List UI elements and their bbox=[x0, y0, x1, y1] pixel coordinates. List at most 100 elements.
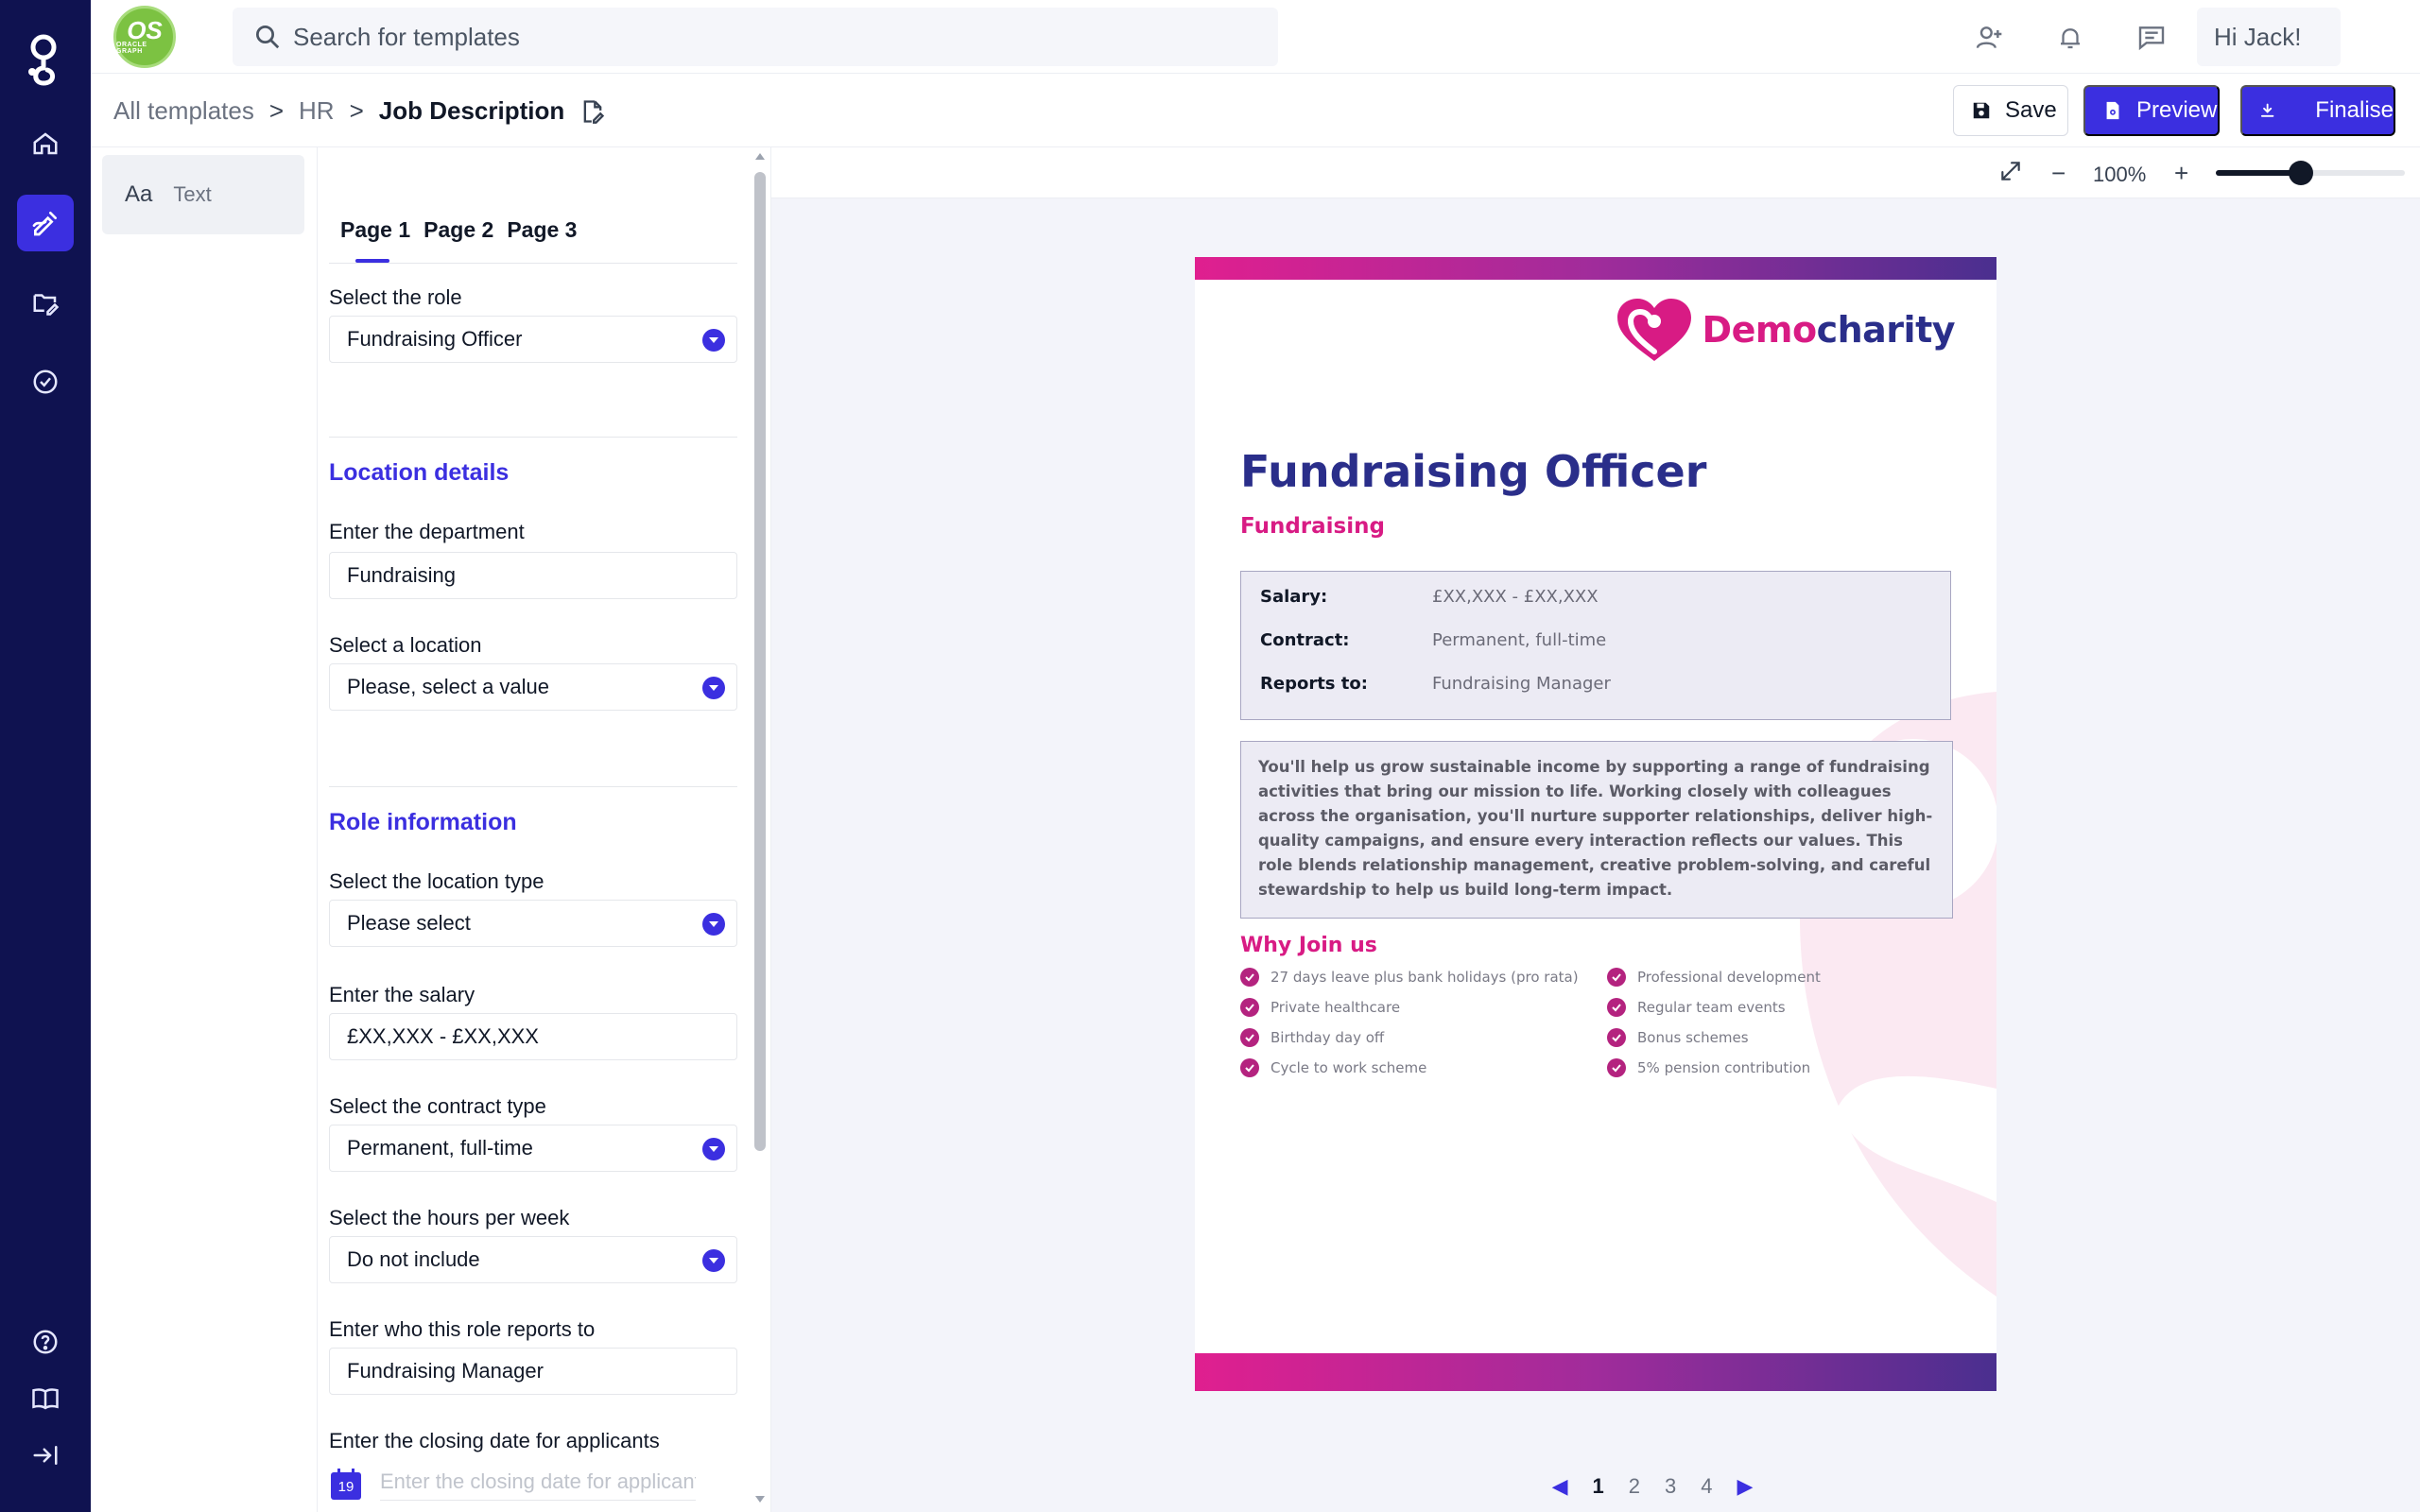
zoom-in-button[interactable]: + bbox=[2174, 159, 2188, 188]
role-select[interactable]: Fundraising Officer bbox=[329, 316, 737, 363]
salary-input[interactable]: £XX,XXX - £XX,XXX bbox=[329, 1013, 737, 1060]
preview-document-icon bbox=[2106, 101, 2119, 120]
preview-button[interactable]: Preview bbox=[2083, 85, 2220, 136]
help-icon[interactable] bbox=[17, 1314, 74, 1370]
benefit-label: Private healthcare bbox=[1270, 999, 1401, 1016]
zoom-toolbar: − 100% + bbox=[771, 147, 2420, 198]
page-tabs: Page 1 Page 2 Page 3 bbox=[340, 217, 577, 243]
tab-page-3[interactable]: Page 3 bbox=[507, 217, 577, 243]
zoom-slider-handle[interactable] bbox=[2289, 161, 2313, 185]
save-button-label: Save bbox=[2005, 97, 2057, 123]
info-value: Fundraising Manager bbox=[1432, 674, 1611, 694]
reports-to-input[interactable]: Fundraising Manager bbox=[329, 1348, 737, 1395]
form-scrollbar-thumb[interactable] bbox=[754, 172, 766, 1151]
add-user-icon[interactable] bbox=[1968, 17, 2010, 59]
chevron-down-icon[interactable] bbox=[702, 913, 725, 936]
breadcrumb-separator: > bbox=[268, 96, 285, 125]
page-number-1[interactable]: 1 bbox=[1593, 1474, 1604, 1499]
breadcrumb-all-templates[interactable]: All templates bbox=[113, 96, 254, 126]
next-page-icon[interactable]: ▶ bbox=[1737, 1474, 1754, 1499]
expand-icon[interactable] bbox=[1998, 159, 2023, 190]
info-key: Reports to: bbox=[1260, 674, 1368, 694]
tab-page-1[interactable]: Page 1 bbox=[340, 217, 410, 243]
check-icon bbox=[1240, 968, 1259, 987]
benefit-item: 5% pension contribution bbox=[1607, 1058, 1810, 1077]
tab-page-2[interactable]: Page 2 bbox=[424, 217, 493, 243]
reports-to-input-value: Fundraising Manager bbox=[347, 1359, 544, 1383]
breadcrumb-hr[interactable]: HR bbox=[299, 96, 335, 126]
organization-logo[interactable]: OS ORACLE GRAPH bbox=[113, 6, 176, 68]
location-select[interactable]: Please, select a value bbox=[329, 663, 737, 711]
location-type-label: Select the location type bbox=[329, 869, 544, 893]
top-bar: OS ORACLE GRAPH Hi Jack! JP bbox=[91, 0, 2420, 74]
previous-page-icon[interactable]: ◀ bbox=[1552, 1474, 1568, 1499]
contract-type-label: Select the contract type bbox=[329, 1094, 546, 1118]
book-icon[interactable] bbox=[17, 1370, 74, 1427]
notifications-bell-icon[interactable] bbox=[2049, 17, 2091, 59]
rename-document-icon[interactable] bbox=[579, 98, 606, 125]
role-label: Select the role bbox=[329, 285, 462, 309]
why-join-heading: Why Join us bbox=[1240, 934, 1377, 957]
hours-label: Select the hours per week bbox=[329, 1206, 570, 1229]
tabs-divider bbox=[329, 263, 737, 264]
palette-item-text[interactable]: Aa Text bbox=[102, 155, 304, 234]
section-divider bbox=[329, 786, 737, 787]
check-icon bbox=[1240, 1058, 1259, 1077]
benefit-item: Regular team events bbox=[1607, 998, 1786, 1017]
breadcrumb-separator: > bbox=[349, 96, 364, 125]
chevron-down-icon[interactable] bbox=[702, 677, 725, 699]
finalise-button[interactable]: Finalise bbox=[2240, 85, 2395, 136]
benefit-item: 27 days leave plus bank holidays (pro ra… bbox=[1240, 968, 1579, 987]
chevron-down-icon[interactable] bbox=[702, 1249, 725, 1272]
edit-document-icon[interactable] bbox=[17, 195, 74, 251]
download-icon bbox=[2260, 103, 2274, 117]
template-search[interactable] bbox=[233, 8, 1278, 66]
document-page[interactable]: Democharity Fundraising Officer Fundrais… bbox=[1195, 257, 1996, 1391]
template-form: Page 1 Page 2 Page 3 Select the role Fun… bbox=[318, 147, 771, 1512]
page-number-3[interactable]: 3 bbox=[1665, 1474, 1676, 1499]
palette-item-label: Text bbox=[173, 182, 212, 206]
check-icon bbox=[1607, 998, 1626, 1017]
department-input[interactable]: Fundraising bbox=[329, 552, 737, 599]
role-summary-box: Salary: £XX,XXX - £XX,XXX Contract: Perm… bbox=[1240, 571, 1951, 720]
document-preview-canvas: − 100% + Democharity Fundraising Officer… bbox=[771, 147, 2420, 1512]
collapse-sidebar-icon[interactable] bbox=[17, 1427, 74, 1484]
sub-header: All templates > HR > Job Description Sav… bbox=[91, 74, 2420, 147]
user-greeting[interactable]: Hi Jack! bbox=[2197, 8, 2341, 66]
org-logo-subtext: ORACLE GRAPH bbox=[116, 42, 147, 55]
search-input[interactable] bbox=[293, 22, 1238, 52]
calendar-icon[interactable]: 19 bbox=[329, 1468, 363, 1502]
salary-label: Enter the salary bbox=[329, 983, 475, 1006]
hours-select[interactable]: Do not include bbox=[329, 1236, 737, 1283]
location-type-select[interactable]: Please select bbox=[329, 900, 737, 947]
hours-select-value: Do not include bbox=[347, 1247, 480, 1271]
messages-icon[interactable] bbox=[2131, 17, 2172, 59]
department-input-value: Fundraising bbox=[347, 563, 456, 587]
page-number-2[interactable]: 2 bbox=[1629, 1474, 1640, 1499]
save-button[interactable]: Save bbox=[1953, 85, 2068, 136]
chevron-down-icon[interactable] bbox=[702, 329, 725, 352]
footer-gradient-band bbox=[1195, 1353, 1996, 1391]
location-label: Select a location bbox=[329, 633, 482, 657]
contract-type-select[interactable]: Permanent, full-time bbox=[329, 1125, 737, 1172]
heart-logo-icon bbox=[1616, 299, 1691, 361]
benefit-item: Cycle to work scheme bbox=[1240, 1058, 1426, 1077]
zoom-out-button[interactable]: − bbox=[2051, 159, 2066, 188]
page-number-4[interactable]: 4 bbox=[1701, 1474, 1712, 1499]
democharity-logo: Democharity bbox=[1616, 297, 1956, 363]
benefit-item: Private healthcare bbox=[1240, 998, 1400, 1017]
app-logo-icon[interactable] bbox=[19, 30, 72, 91]
benefit-label: Regular team events bbox=[1637, 999, 1786, 1016]
location-select-value: Please, select a value bbox=[347, 675, 550, 698]
check-circle-icon[interactable] bbox=[17, 353, 74, 410]
zoom-level: 100% bbox=[2093, 163, 2147, 186]
chevron-down-icon[interactable] bbox=[702, 1138, 725, 1160]
closing-date-input[interactable] bbox=[380, 1469, 696, 1501]
folder-edit-icon[interactable] bbox=[17, 274, 74, 331]
breadcrumb: All templates > HR > Job Description bbox=[113, 96, 606, 126]
benefit-label: Cycle to work scheme bbox=[1270, 1059, 1427, 1076]
home-icon[interactable] bbox=[17, 115, 74, 172]
check-icon bbox=[1607, 1058, 1626, 1077]
brand-demo: Demo bbox=[1702, 309, 1818, 351]
calendar-day: 19 bbox=[337, 1479, 354, 1495]
